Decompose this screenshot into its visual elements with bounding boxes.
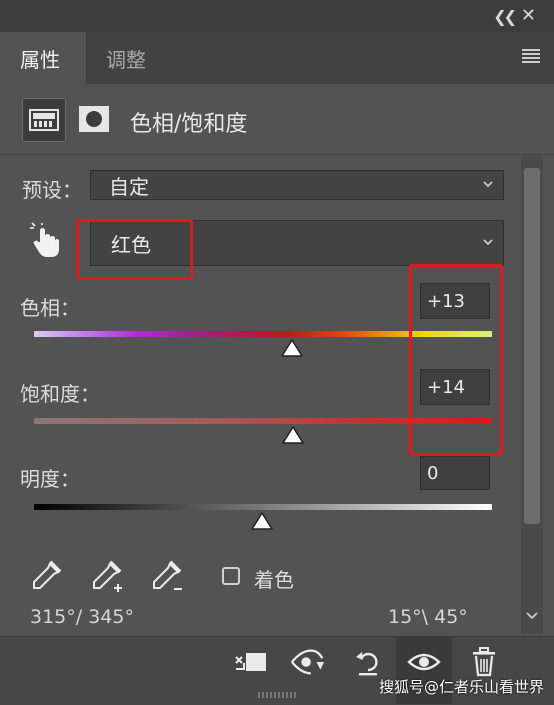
lightness-slider-thumb[interactable] [250,511,274,531]
panel-menu-icon[interactable] [522,49,540,63]
hue-label: 色相： [20,296,80,320]
chevron-down-icon [483,239,493,246]
targeted-adjust-icon[interactable] [28,222,64,260]
panel-title: 色相/饱和度 [130,112,248,137]
tab-properties-label[interactable]: 属性 [20,44,60,73]
collapse-icon[interactable]: ❮❮ [493,7,517,26]
highlight-channel-box [76,219,193,280]
colorize-checkbox[interactable] [222,567,240,585]
panel-top-bar [0,0,554,32]
preset-dropdown[interactable]: 自定 [90,170,504,200]
delete-icon[interactable] [466,644,502,680]
chevron-down-icon [483,181,493,188]
saturation-slider-thumb[interactable] [281,425,305,445]
resize-grip[interactable] [258,692,298,698]
close-icon[interactable]: ✕ [521,5,536,26]
range-left-readout: 315°/ 345° [30,606,134,628]
watermark-text: 搜狐号@仁者乐山看世界 [378,678,544,696]
range-right-readout: 15°\ 45° [388,606,468,628]
clip-to-layer-icon[interactable] [232,644,268,680]
lightness-label: 明度： [20,467,80,491]
eyedropper-icon[interactable] [28,558,64,594]
hue-slider-thumb[interactable] [280,338,304,358]
colorize-label: 着色 [254,568,294,592]
mask-icon[interactable] [78,104,110,134]
reset-icon[interactable] [350,644,386,680]
visibility-icon[interactable] [406,644,442,680]
saturation-label: 饱和度： [20,382,100,406]
view-previous-icon[interactable] [290,644,326,680]
preset-value: 自定 [109,174,149,199]
adjustment-layer-icon[interactable] [22,98,66,142]
scroll-down-icon[interactable] [526,611,538,621]
highlight-values-box [409,264,503,456]
eyedropper-subtract-icon[interactable] [148,558,186,596]
lightness-slider-track[interactable] [34,504,492,510]
tab-adjustments-label[interactable]: 调整 [106,44,146,73]
eyedropper-add-icon[interactable] [88,558,126,596]
preset-label: 预设： [22,178,82,202]
lightness-value-field[interactable]: 0 [420,456,490,490]
scrollbar-thumb[interactable] [524,168,540,524]
